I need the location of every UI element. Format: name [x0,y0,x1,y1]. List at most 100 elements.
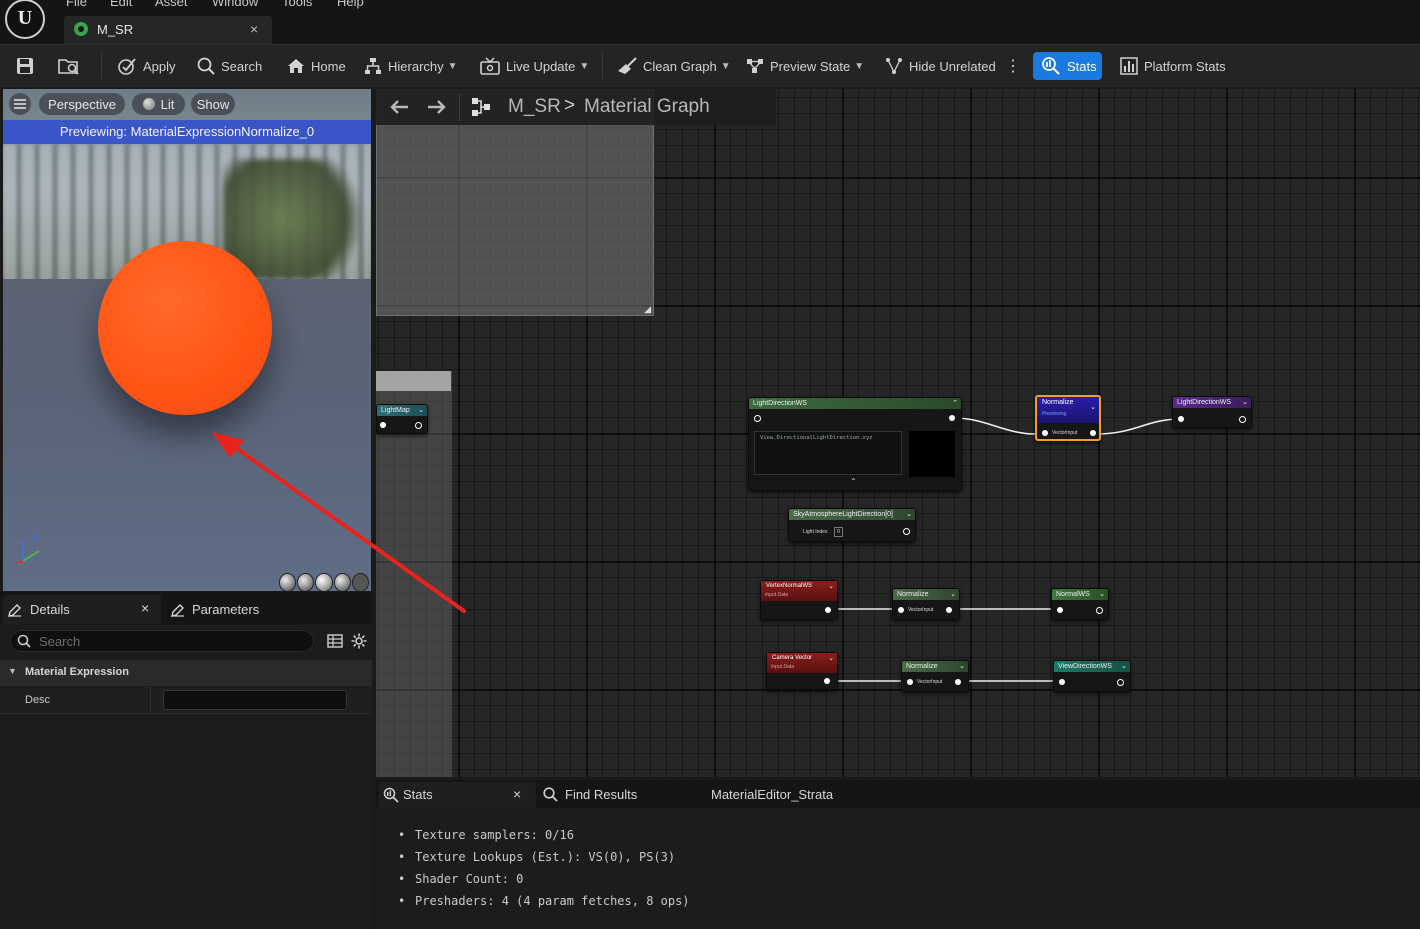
view-direction-ws-reroute-node[interactable]: ViewDirectionWS ⌄ [1053,660,1131,692]
material-asset-icon [74,22,88,36]
light-index-label: Light Index [803,529,828,535]
details-search-input[interactable]: Search [10,630,314,652]
preview-state-label: Preview State [770,58,851,74]
output-pin[interactable] [824,678,830,684]
stats-line-texture-lookups: Texture Lookups (Est.): VS(0), PS(3) [398,846,690,868]
save-button[interactable] [16,45,34,87]
output-pin[interactable] [1117,679,1124,686]
menu-help[interactable]: Help [337,0,364,9]
stats-toggle-button[interactable]: Stats [1033,52,1102,80]
menu-window[interactable]: Window [212,0,258,9]
sphere-mesh-icon[interactable] [297,573,315,591]
light-index-value[interactable]: 0 [834,527,843,537]
details-tab-strip: Details × Parameters [0,592,372,624]
menu-file[interactable]: File [66,0,87,9]
cylinder-mesh-icon[interactable] [279,573,297,591]
output-pin[interactable] [1096,607,1103,614]
tab-stats[interactable]: Stats × [379,782,536,808]
viewport-menu-button[interactable] [9,93,31,115]
input-pin[interactable] [1057,607,1063,613]
plane-mesh-icon[interactable] [315,573,333,591]
details-search-placeholder: Search [39,634,81,649]
tab-parameters[interactable]: Parameters [167,595,317,624]
stats-label: Stats [1067,58,1097,74]
input-pin[interactable] [1178,416,1184,422]
toolbar-divider [101,53,102,79]
collapse-chevron-icon[interactable]: ⌃ [850,477,857,486]
axis-z-label: Z [33,533,39,544]
normal-ws-reroute-node[interactable]: NormalWS ⌄ [1051,588,1109,620]
vector-input-label: VectorInput [917,679,943,685]
normalize-previewing-node[interactable]: Normalize Previewing ⌄ VectorInput [1035,395,1101,441]
lightmap-node[interactable]: LightMap ⌄ [376,404,428,434]
details-panel: Details × Parameters Search ▼ Material E… [0,592,372,929]
perspective-button[interactable]: Perspective [39,93,125,115]
close-tab-icon[interactable]: × [513,786,521,802]
title-bar: U File Edit Asset Window Tools Help M_SR… [0,0,1420,44]
tab-stats-label: Stats [403,787,433,802]
document-tab-m-sr[interactable]: M_SR × [64,16,272,44]
menu-edit[interactable]: Edit [110,0,132,9]
teapot-mesh-icon[interactable] [351,573,370,591]
table-view-icon[interactable] [327,633,343,649]
tab-details[interactable]: Details × [3,595,161,624]
tab-find-results[interactable]: Find Results [541,782,691,808]
document-tab-label: M_SR [97,22,134,37]
apply-check-icon [118,58,136,75]
camera-vector-node[interactable]: Camera Vector Input Data ⌄ [766,652,838,690]
code-field[interactable]: View.DirectionalLightDirection.xyz [754,431,902,475]
input-pin[interactable] [380,422,386,428]
menu-asset[interactable]: Asset [155,0,188,9]
preview-state-dropdown[interactable]: Preview State ▼ [746,45,864,87]
platform-stats-button[interactable]: Platform Stats [1120,45,1226,87]
close-tab-icon[interactable]: × [250,21,258,37]
clean-graph-dropdown[interactable]: Clean Graph ▼ [617,45,731,87]
settings-gear-icon[interactable] [351,633,367,649]
preview-viewport[interactable]: Perspective Lit Show Previewing: Materia… [3,89,371,591]
apply-button[interactable]: Apply [117,45,176,87]
show-button[interactable]: Show [191,93,235,115]
more-options-icon[interactable]: ⋮ [1005,45,1021,87]
normalize-node-3[interactable]: Normalize ⌄ VectorInput [901,660,969,692]
category-material-expression[interactable]: ▼ Material Expression [0,660,372,686]
search-label: Search [221,58,263,74]
normalize-node-2[interactable]: Normalize ⌄ VectorInput [892,588,960,620]
input-pin[interactable] [898,607,904,613]
desc-input[interactable] [163,690,347,710]
tab-materialeditor-strata[interactable]: MaterialEditor_Strata [706,782,866,808]
output-pin[interactable] [1090,430,1096,436]
output-pin[interactable] [825,607,831,613]
chevron-down-icon: ▼ [720,60,731,72]
vertex-normal-ws-node[interactable]: VertexNormalWS Input Data ⌄ [760,580,838,620]
input-pin[interactable] [1059,679,1065,685]
output-pin[interactable] [415,422,422,429]
output-pin[interactable] [1239,416,1246,423]
cube-mesh-icon[interactable] [333,573,351,591]
output-pin[interactable] [949,415,955,421]
sky-atmosphere-light-direction-node[interactable]: SkyAtmosphereLightDirection[0] ⌄ Light I… [788,508,916,542]
preview-sphere [98,241,272,415]
output-pin[interactable] [903,528,910,535]
save-icon [17,58,33,74]
viewport-background-trees [223,159,371,279]
output-pin[interactable] [946,607,952,613]
browse-asset-button[interactable] [58,45,80,87]
input-pin[interactable] [754,415,761,422]
input-pin[interactable] [1042,430,1048,436]
search-button[interactable]: Search [197,45,262,87]
close-tab-icon[interactable]: × [141,600,149,616]
unreal-logo-icon[interactable]: U [5,0,45,39]
light-direction-reroute-node[interactable]: LightDirectionWS ⌄ [1172,396,1252,428]
hide-unrelated-button[interactable]: Hide Unrelated [885,45,996,87]
menu-tools[interactable]: Tools [282,0,312,9]
browse-folder-icon [58,59,79,75]
hierarchy-dropdown[interactable]: Hierarchy ▼ [364,45,458,87]
lit-button[interactable]: Lit [132,93,185,115]
material-graph-canvas[interactable]: ◢ M_SR > Material Graph LightMap ⌄ Light… [376,89,1420,777]
chevron-down-icon: ⌄ [418,407,424,414]
home-button[interactable]: Home [287,45,346,87]
light-direction-custom-node[interactable]: LightDirectionWS ⌃ View.DirectionalLight… [748,397,962,491]
input-pin[interactable] [907,679,913,685]
live-update-dropdown[interactable]: Live Update ▼ [480,45,589,87]
output-pin[interactable] [955,679,961,685]
